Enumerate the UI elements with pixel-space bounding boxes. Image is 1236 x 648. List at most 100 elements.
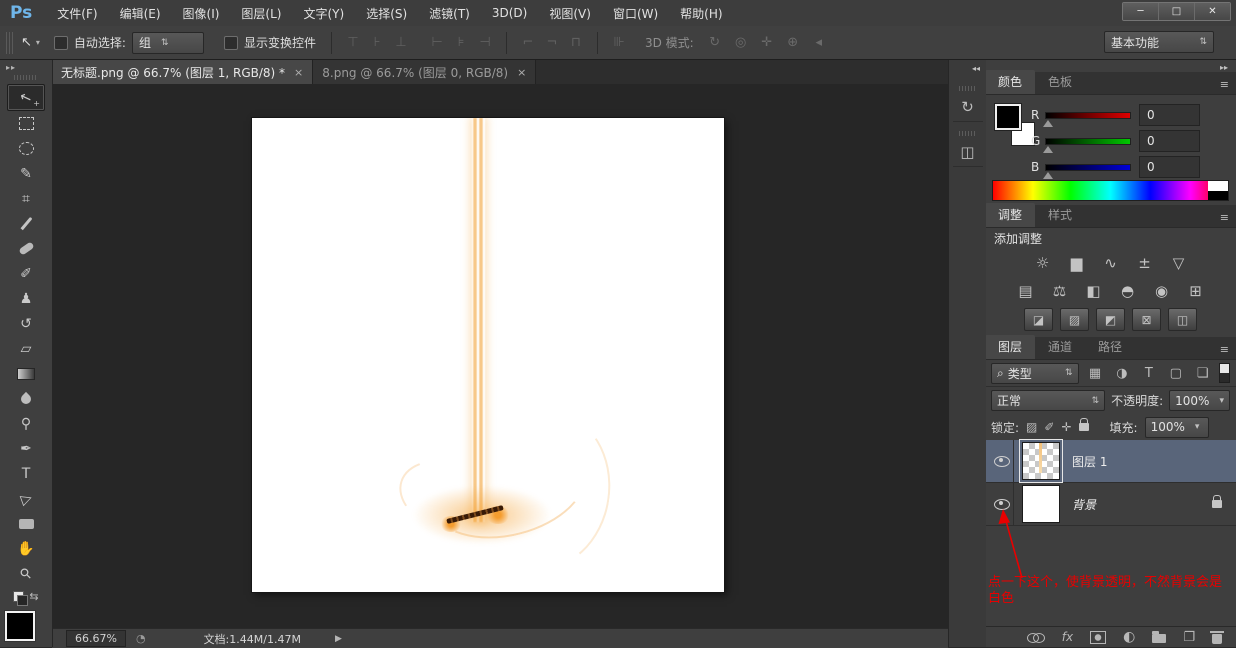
- default-colors-icon[interactable]: [13, 591, 29, 606]
- exposure-icon[interactable]: ±: [1131, 252, 1158, 273]
- black-white-icon[interactable]: ◧: [1080, 280, 1107, 301]
- filter-type-layers-icon[interactable]: T: [1138, 366, 1159, 381]
- pen-tool[interactable]: ✒: [8, 436, 44, 461]
- color-spectrum-ramp[interactable]: [992, 180, 1229, 201]
- auto-select-dropdown[interactable]: 组 ⇅: [131, 31, 204, 54]
- layer-name[interactable]: 背景: [1072, 496, 1096, 513]
- workspace-dropdown[interactable]: 基本功能 ⇅: [1104, 31, 1214, 53]
- lasso-tool[interactable]: [8, 136, 44, 161]
- type-tool[interactable]: T: [8, 461, 44, 486]
- panel-menu-icon[interactable]: ≡: [1213, 343, 1236, 359]
- blue-value-field[interactable]: 0: [1139, 156, 1200, 178]
- color-balance-icon[interactable]: ⚖: [1046, 280, 1073, 301]
- layer-row-layer1[interactable]: 图层 1: [985, 439, 1236, 483]
- maximize-button[interactable]: □: [1158, 3, 1194, 20]
- tab-adjustments[interactable]: 调整: [985, 203, 1036, 227]
- menu-file[interactable]: 文件(F): [46, 0, 108, 26]
- filter-adjustment-layers-icon[interactable]: ◑: [1111, 366, 1132, 381]
- menu-filter[interactable]: 滤镜(T): [418, 0, 481, 26]
- filter-smart-objects-icon[interactable]: ❏: [1192, 366, 1213, 381]
- menu-3d[interactable]: 3D(D): [481, 0, 538, 26]
- layer-row-background[interactable]: 背景: [985, 483, 1236, 526]
- gradient-tool[interactable]: [8, 361, 44, 386]
- dock-expand-icon[interactable]: ◂◂: [966, 60, 986, 77]
- delete-layer-button[interactable]: [1210, 630, 1224, 644]
- eyedropper-tool[interactable]: [8, 211, 44, 236]
- move-tool[interactable]: ↖ +: [7, 84, 45, 111]
- dodge-tool[interactable]: ⚲: [8, 411, 44, 436]
- auto-select-checkbox[interactable]: [53, 35, 68, 50]
- slider-thumb[interactable]: [1043, 119, 1053, 127]
- healing-brush-tool[interactable]: [8, 236, 44, 261]
- menu-view[interactable]: 视图(V): [538, 0, 602, 26]
- crop-tool[interactable]: ⌗: [8, 186, 44, 211]
- channel-mixer-icon[interactable]: ◉: [1148, 280, 1175, 301]
- tab-channels[interactable]: 通道: [1035, 335, 1085, 359]
- document-tab-inactive[interactable]: 8.png @ 66.7% (图层 0, RGB/8) ×: [313, 60, 537, 84]
- new-layer-button[interactable]: ❐: [1183, 630, 1195, 645]
- hand-tool[interactable]: ✋: [8, 536, 44, 561]
- pasteboard[interactable]: [52, 84, 948, 628]
- blur-tool[interactable]: [8, 386, 44, 411]
- zoom-tool[interactable]: ⚲: [8, 561, 44, 586]
- vibrance-icon[interactable]: ▽: [1165, 252, 1192, 273]
- tab-paths[interactable]: 路径: [1085, 335, 1135, 359]
- history-panel-button[interactable]: ↻: [952, 77, 983, 122]
- slider-thumb[interactable]: [1043, 145, 1053, 153]
- threshold-icon[interactable]: ◩: [1096, 308, 1125, 331]
- menu-layer[interactable]: 图层(L): [230, 0, 292, 26]
- levels-icon[interactable]: ▆: [1063, 252, 1090, 273]
- layer-thumbnail[interactable]: [1022, 485, 1060, 523]
- close-button[interactable]: ✕: [1194, 3, 1230, 20]
- menu-window[interactable]: 窗口(W): [602, 0, 669, 26]
- lock-all-icon[interactable]: [1078, 418, 1089, 431]
- current-tool-icon[interactable]: ↖ ▾: [21, 35, 40, 50]
- close-icon[interactable]: ×: [517, 66, 526, 79]
- minimize-button[interactable]: ─: [1123, 3, 1158, 20]
- clone-stamp-tool[interactable]: ♟: [8, 286, 44, 311]
- lock-pixels-icon[interactable]: ✐: [1044, 420, 1054, 434]
- curves-icon[interactable]: ∿: [1097, 252, 1124, 273]
- green-slider[interactable]: [1043, 137, 1131, 153]
- panel-menu-icon[interactable]: ≡: [1213, 211, 1236, 227]
- foreground-color-swatch[interactable]: [4, 610, 36, 642]
- quick-selection-tool[interactable]: ✎: [8, 161, 44, 186]
- scrubby-zoom-icon[interactable]: ◔: [136, 632, 146, 645]
- blue-slider[interactable]: [1043, 163, 1131, 179]
- toolbar-collapse-icon[interactable]: ▸▸: [0, 60, 16, 72]
- gradient-map-icon[interactable]: ⊠: [1132, 308, 1161, 331]
- eraser-tool[interactable]: ▱: [8, 336, 44, 361]
- opacity-dropdown[interactable]: 100% ▾: [1169, 390, 1230, 411]
- tab-layers[interactable]: 图层: [985, 335, 1036, 359]
- layer-thumbnail[interactable]: [1019, 439, 1063, 483]
- swap-colors-icon[interactable]: ⇆: [29, 590, 38, 603]
- menu-type[interactable]: 文字(Y): [292, 0, 355, 26]
- layer-name[interactable]: 图层 1: [1072, 453, 1107, 470]
- status-menu-arrow-icon[interactable]: ▶: [335, 634, 342, 644]
- menu-image[interactable]: 图像(I): [172, 0, 231, 26]
- history-brush-tool[interactable]: ↺: [8, 311, 44, 336]
- color-lookup-icon[interactable]: ⊞: [1182, 280, 1209, 301]
- menu-edit[interactable]: 编辑(E): [109, 0, 172, 26]
- panel-menu-icon[interactable]: ≡: [1213, 78, 1236, 94]
- invert-icon[interactable]: ◪: [1024, 308, 1053, 331]
- zoom-level-field[interactable]: 66.67%: [66, 630, 126, 647]
- link-layers-button[interactable]: [1026, 632, 1045, 643]
- panels-collapse-icon[interactable]: ▸▸: [1220, 63, 1228, 72]
- lock-transparency-icon[interactable]: ▨: [1026, 420, 1037, 434]
- red-value-field[interactable]: 0: [1139, 104, 1200, 126]
- new-group-button[interactable]: [1152, 631, 1167, 643]
- foreground-color-swatch[interactable]: [994, 103, 1022, 131]
- visibility-toggle[interactable]: [991, 440, 1014, 482]
- spectrum-bw-end[interactable]: [1208, 181, 1228, 200]
- marquee-tool[interactable]: [8, 111, 44, 136]
- tab-swatches[interactable]: 色板: [1035, 70, 1085, 94]
- menu-select[interactable]: 选择(S): [355, 0, 418, 26]
- posterize-icon[interactable]: ▨: [1060, 308, 1089, 331]
- brush-tool[interactable]: ✐: [8, 261, 44, 286]
- filter-pixel-layers-icon[interactable]: ▦: [1085, 366, 1106, 381]
- new-adjustment-layer-button[interactable]: ◐: [1123, 629, 1135, 645]
- options-gripper[interactable]: [6, 31, 13, 54]
- document-canvas[interactable]: [252, 118, 724, 592]
- layer-style-button[interactable]: fx: [1062, 630, 1073, 644]
